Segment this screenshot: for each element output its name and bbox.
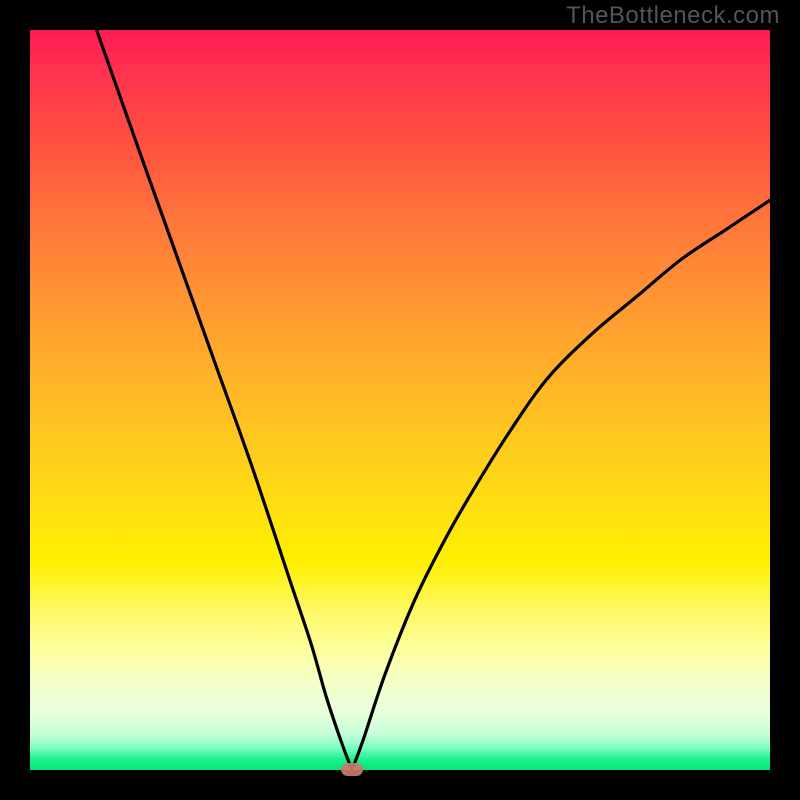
plot-area [30, 30, 770, 770]
watermark-text: TheBottleneck.com [566, 2, 780, 30]
bottleneck-curve [30, 30, 770, 770]
chart-frame: TheBottleneck.com [0, 0, 800, 800]
minimum-marker [341, 763, 363, 776]
